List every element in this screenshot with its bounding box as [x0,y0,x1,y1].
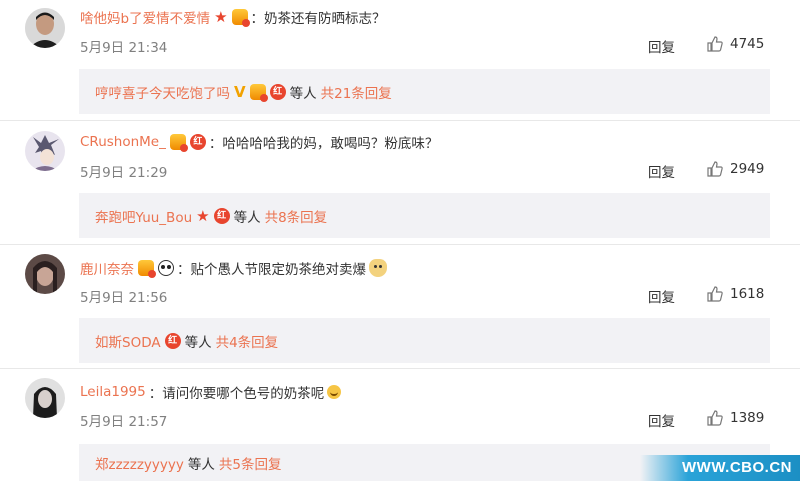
username[interactable]: 鹿川奈奈 [80,258,134,278]
hong-badge-icon: 红 [269,83,286,100]
like-count: 1389 [730,410,765,426]
thumbs-up-icon [707,286,723,302]
divider [0,244,800,245]
reply-summary[interactable]: 哼哼喜子今天吃饱了吗 V 红 等人 共21条回复 [79,69,770,114]
comment-time: 5月9日 21:57 [80,414,168,430]
hong-badge-icon: 红 [164,332,181,349]
star-badge-icon: ★ [214,8,228,26]
like-button[interactable]: 4745 [706,35,764,53]
reply-others: 等人 [233,209,261,226]
reply-button[interactable]: 回复 [648,36,675,56]
reply-others: 等人 [289,85,317,102]
username[interactable]: CRushonMe_ [80,134,166,150]
v-badge-icon: V [234,82,246,101]
comment-text: 请问你要哪个色号的奶茶呢 [162,386,325,402]
divider [0,368,800,369]
reply-count-link[interactable]: 共4条回复 [216,331,279,351]
reply-username[interactable]: 奔跑吧Yuu_Bou [95,206,192,226]
colon: ： [208,136,223,152]
vip-badge-icon[interactable] [138,260,156,278]
reply-username[interactable]: 郑zzzzzyyyyy [95,453,184,473]
thumbs-up-icon [707,161,723,177]
thumbs-up-icon [707,36,723,52]
divider [0,120,800,121]
reply-others: 等人 [184,334,212,351]
like-button[interactable]: 1389 [706,409,764,427]
reply-username[interactable]: 哼哼喜子今天吃饱了吗 [95,82,230,102]
reply-username[interactable]: 如斯SODA [95,331,161,351]
username[interactable]: Leila1995 [80,384,146,400]
comment-time: 5月9日 21:29 [80,165,168,181]
like-button[interactable]: 1618 [706,285,764,303]
reply-button[interactable]: 回复 [648,161,675,181]
reply-button[interactable]: 回复 [648,286,675,306]
like-count: 2949 [730,161,765,177]
avatar[interactable] [25,8,65,48]
avatar[interactable] [25,254,65,294]
comment-time: 5月9日 21:56 [80,290,168,306]
doge-emoji-icon [369,259,387,277]
vip-badge-icon[interactable] [231,9,250,27]
colon: ： [148,386,163,402]
avatar[interactable] [25,378,65,418]
reply-summary[interactable]: 如斯SODA 红 等人 共4条回复 [79,318,770,363]
watermark: WWW.CBO.CN [640,455,800,481]
comment-time: 5月9日 21:34 [80,40,168,56]
reply-count-link[interactable]: 共8条回复 [265,206,328,226]
reply-summary[interactable]: 奔跑吧Yuu_Bou ★ 红 等人 共8条回复 [79,193,770,238]
thumbs-up-icon [707,410,723,426]
smile-emoji-icon [327,385,342,399]
reply-count-link[interactable]: 共21条回复 [321,82,392,102]
colon: ： [177,262,191,278]
like-button[interactable]: 2949 [706,160,764,178]
comment-text: 哈哈哈哈我的妈，敢喝吗？粉底味？ [222,136,439,152]
comment-text: 奶茶还有防晒标志？ [264,11,386,27]
star-badge-icon: ★ [196,206,210,225]
comment-text: 贴个愚人节限定奶茶绝对卖爆 [190,262,367,278]
reply-count-link[interactable]: 共5条回复 [219,453,282,473]
username[interactable]: 啥他妈b了爱情不爱情 [80,7,210,27]
hong-badge-icon: 红 [213,207,230,224]
like-count: 4745 [730,36,765,52]
avatar[interactable] [25,131,65,171]
vip-badge-icon [249,83,268,102]
like-count: 1618 [730,286,765,302]
vip-badge-icon[interactable] [169,134,188,152]
reply-others: 等人 [187,456,215,473]
panda-badge-icon [158,260,174,276]
reply-button[interactable]: 回复 [648,410,675,430]
hong-badge-icon: 红 [189,134,206,150]
colon: ： [250,11,265,27]
